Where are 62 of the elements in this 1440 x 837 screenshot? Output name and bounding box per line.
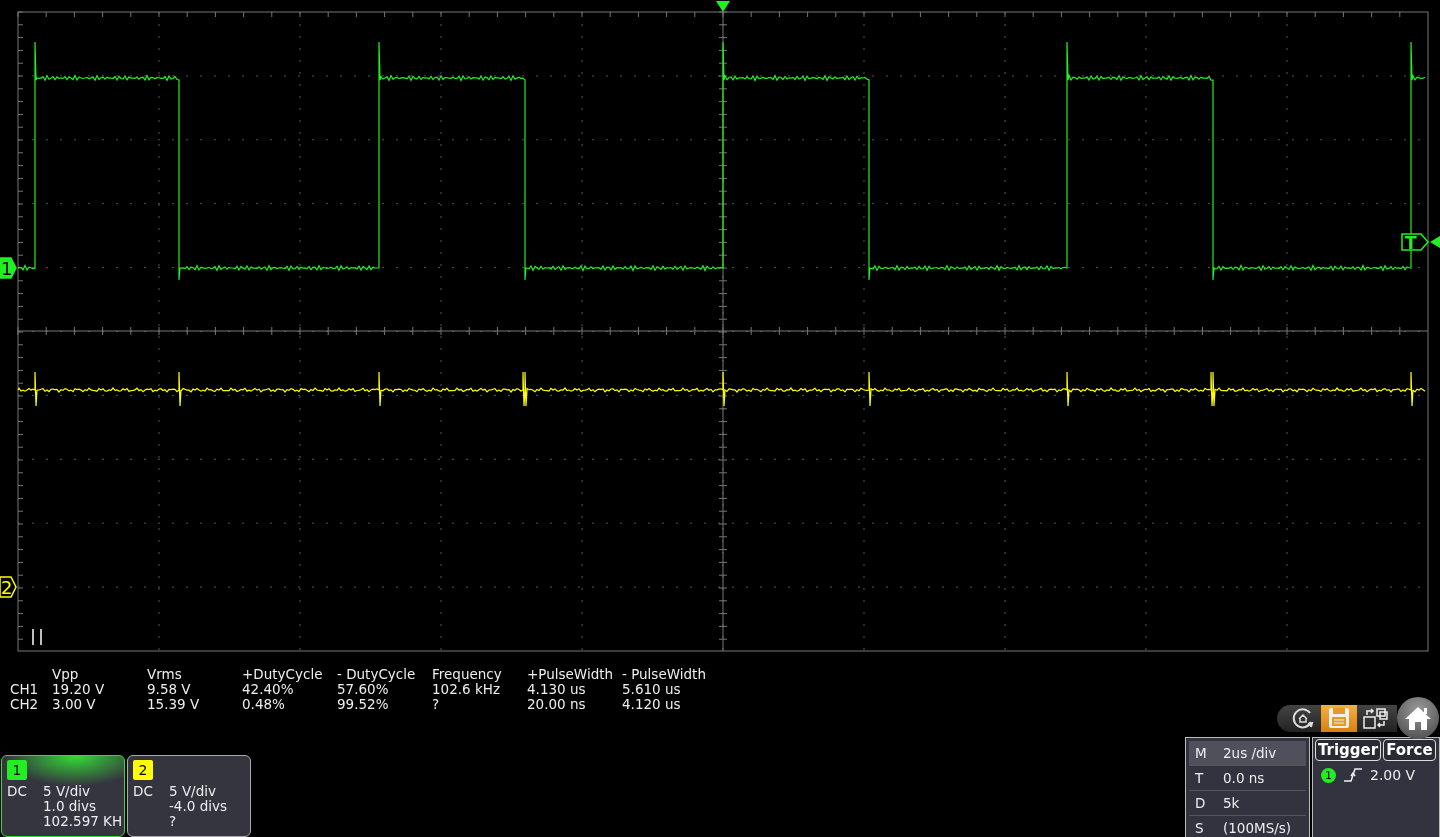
measurement-value: ? (432, 697, 441, 712)
scale-value: 5 V/div (169, 784, 217, 799)
measurement-value: 9.58 V (147, 682, 192, 697)
channel-badge: 2 (133, 760, 153, 780)
measurement-value: 4.130 us (527, 682, 587, 697)
column-header: +DutyCycle (242, 667, 324, 682)
trigger-button[interactable]: Trigger (1315, 739, 1382, 761)
setting-value: 5k (1223, 795, 1241, 811)
measurement-value: 5.610 us (622, 682, 682, 697)
setting-key: T (1195, 770, 1223, 786)
measurement-value: 20.00 ns (527, 697, 587, 712)
row-label: CH2 (10, 697, 40, 712)
channel-marker[interactable]: 1 (0, 257, 17, 279)
measurement-value: 15.39 V (147, 697, 201, 712)
setting-key: S (1195, 820, 1223, 836)
rising-edge-icon (1344, 768, 1362, 782)
offset-value: 1.0 divs (43, 799, 98, 814)
double-bar-icon (32, 628, 42, 646)
frequency-value: ? (169, 814, 178, 829)
restore-icon (1291, 706, 1315, 730)
measurement-value: 102.6 kHz (432, 682, 500, 697)
column-header: +PulseWidth (527, 667, 615, 682)
timebase-row[interactable]: T 0.0 ns (1189, 766, 1306, 791)
trigger-position-icon (716, 1, 730, 12)
save-icon (1328, 707, 1350, 729)
setting-value: 2us /div (1223, 745, 1278, 761)
save-button[interactable] (1321, 704, 1357, 732)
row-label: CH1 (10, 682, 40, 697)
home-icon (1404, 705, 1432, 731)
force-button[interactable]: Force (1383, 739, 1436, 761)
setting-value: 0.0 ns (1223, 770, 1266, 786)
measurement-value: 99.52% (337, 697, 390, 712)
scale-value: 5 V/div (43, 784, 91, 799)
measurement-value: 3.00 V (52, 697, 97, 712)
measurement-value: 57.60% (337, 682, 389, 697)
column-header: - PulseWidth (622, 667, 707, 682)
trigger-source-badge: 1 (1321, 767, 1336, 783)
channel-badge: 1 (7, 760, 27, 780)
setting-key: M (1195, 745, 1223, 761)
measurement-value: 4.120 us (622, 697, 682, 712)
setting-key: D (1195, 795, 1223, 811)
measurement-value: 42.40% (242, 682, 294, 697)
timebase-row[interactable]: D 5k (1189, 791, 1306, 816)
coupling-label: DC (7, 784, 28, 799)
measurement-value: 19.20 V (52, 682, 106, 697)
frequency-value: 102.597 KH (43, 814, 123, 829)
swap-icon (1362, 706, 1388, 730)
coupling-label: DC (133, 784, 154, 799)
timebase-row[interactable]: M 2us /div (1189, 741, 1306, 766)
trigger-level-value: 2.00 V (1370, 767, 1416, 783)
channel-panel[interactable]: 2 DC 5 V/div -4.0 divs ? (127, 755, 251, 837)
channel-marker[interactable]: 2 (0, 576, 17, 598)
offset-value: -4.0 divs (169, 799, 228, 814)
column-header: - DutyCycle (337, 667, 417, 682)
column-header: Vrms (147, 667, 183, 682)
measurement-value: 0.48% (242, 697, 286, 712)
column-header: Vpp (52, 667, 80, 682)
setting-value: (100MS/s) (1223, 820, 1293, 836)
home-button[interactable] (1397, 697, 1439, 739)
column-header: Frequency (432, 667, 503, 682)
channel-panel[interactable]: 1 DC 5 V/div 1.0 divs 102.597 KH (1, 755, 125, 837)
timebase-row[interactable]: S (100MS/s) (1189, 816, 1306, 837)
